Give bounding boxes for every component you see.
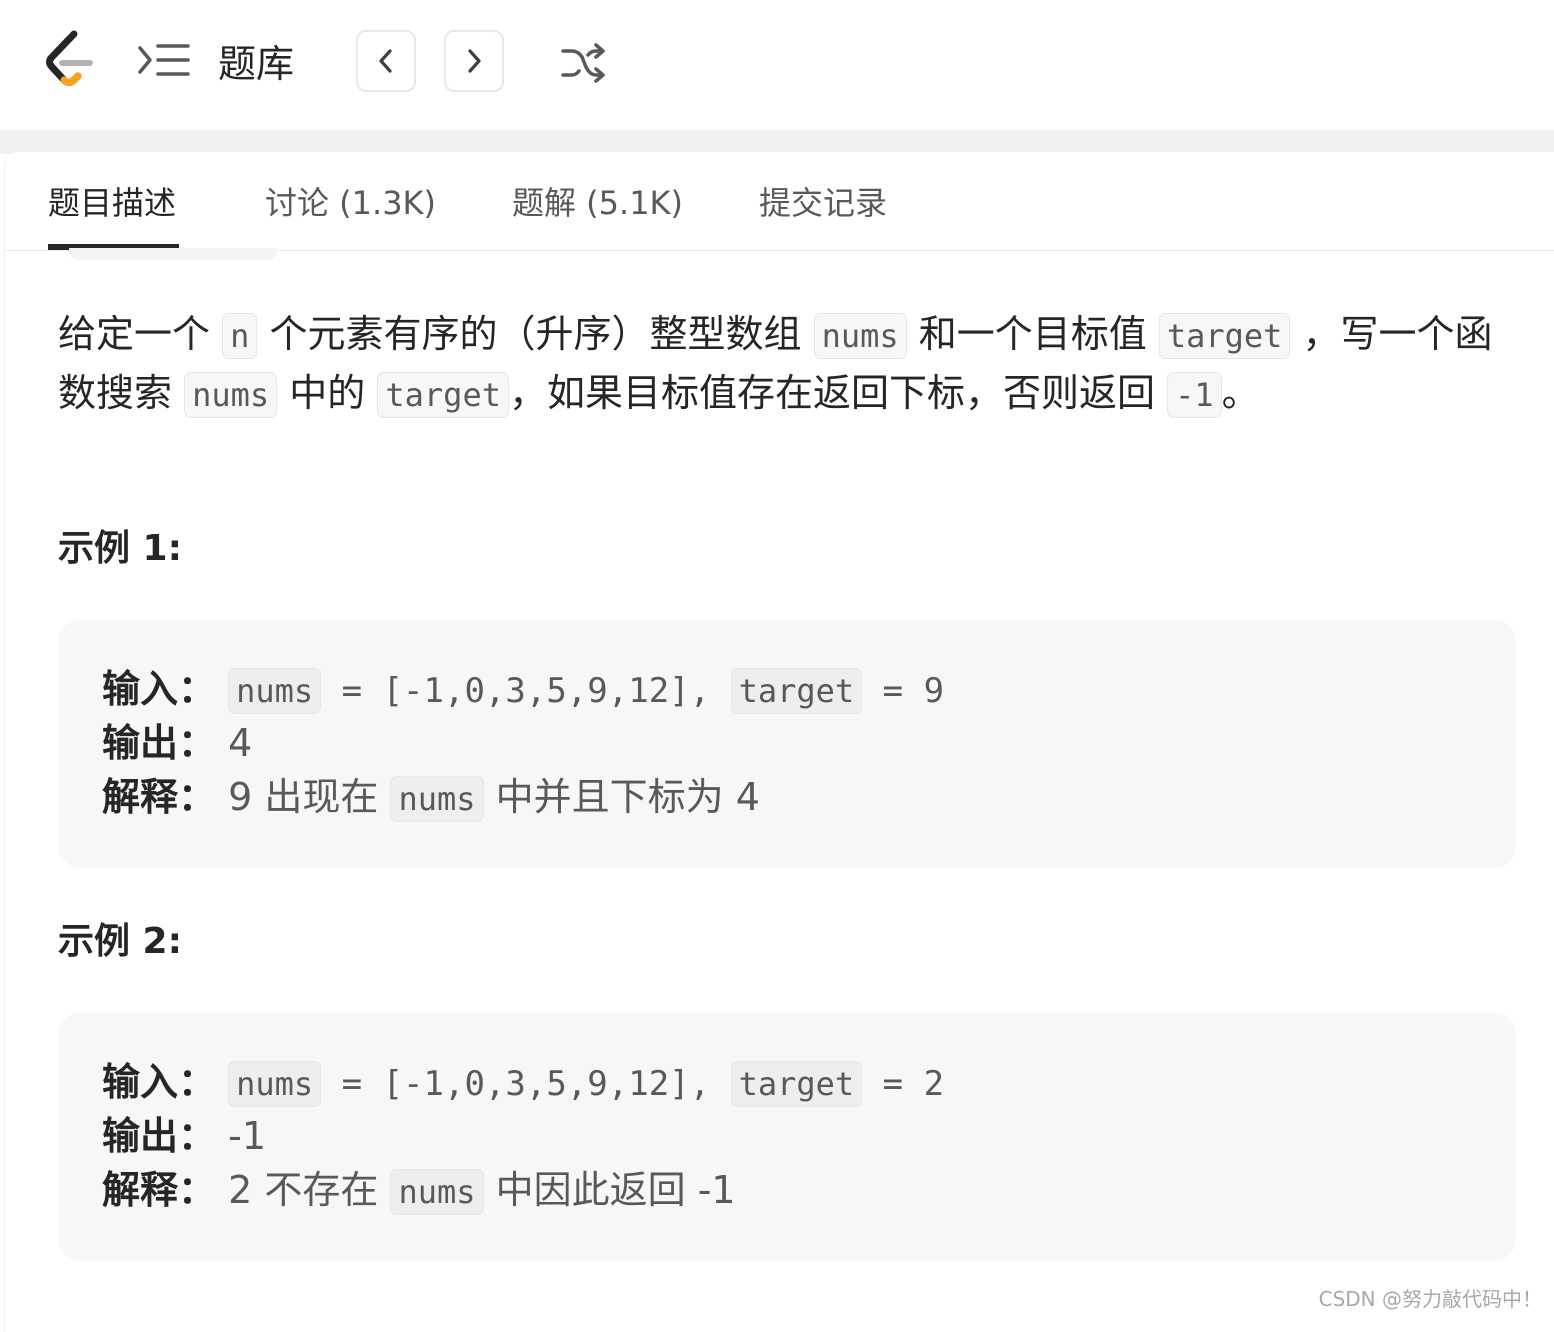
leetcode-logo-icon[interactable] [44,30,96,90]
example-1-title: 示例 1: [58,528,182,569]
inline-code: nums [184,372,278,418]
example-1-output: 输出： 4 [102,721,253,765]
list-toggle-icon[interactable] [136,42,190,82]
example-1-box: 输入： nums = [-1,0,3,5,9,12], target = 9 输… [58,620,1516,868]
separator-band [0,130,1554,154]
shuffle-icon[interactable] [560,42,606,84]
csdn-watermark: CSDN @努力敲代码中！ [1318,1287,1542,1311]
problem-tabs: 题目描述 讨论 (1.3K) 题解 (5.1K) 提交记录 [5,152,1554,251]
inline-code: -1 [1167,372,1222,418]
tab-description[interactable]: 题目描述 [48,182,176,224]
example-2-input: 输入： nums = [-1,0,3,5,9,12], target = 2 [102,1057,944,1109]
next-problem-button[interactable] [444,30,504,92]
problem-description: 给定一个 n 个元素有序的（升序）整型数组 nums 和一个目标值 target… [58,306,1518,424]
problem-library-title[interactable]: 题库 [218,40,294,88]
inline-code: nums [813,313,907,359]
inline-code: target [1158,313,1291,359]
inline-code: target [377,372,509,418]
tab-submissions[interactable]: 提交记录 [759,182,887,224]
example-1-input: 输入： nums = [-1,0,3,5,9,12], target = 9 [102,664,944,716]
example-2-output: 输出： -1 [102,1114,266,1158]
inline-code: n [222,313,258,359]
top-navbar: 题库 [0,0,1554,130]
tab-shadow-decoration [69,248,277,260]
chevron-left-icon [379,49,392,73]
example-1-explanation: 解释： 9 出现在 nums 中并且下标为 4 [102,772,760,824]
example-2-title: 示例 2: [58,921,182,962]
tab-discussion[interactable]: 讨论 (1.3K) [265,182,436,224]
chevron-right-icon [468,49,481,73]
tab-solutions[interactable]: 题解 (5.1K) [512,182,683,224]
example-2-explanation: 解释： 2 不存在 nums 中因此返回 -1 [102,1165,736,1217]
example-2-box: 输入： nums = [-1,0,3,5,9,12], target = 2 输… [58,1013,1516,1261]
prev-problem-button[interactable] [356,30,416,92]
